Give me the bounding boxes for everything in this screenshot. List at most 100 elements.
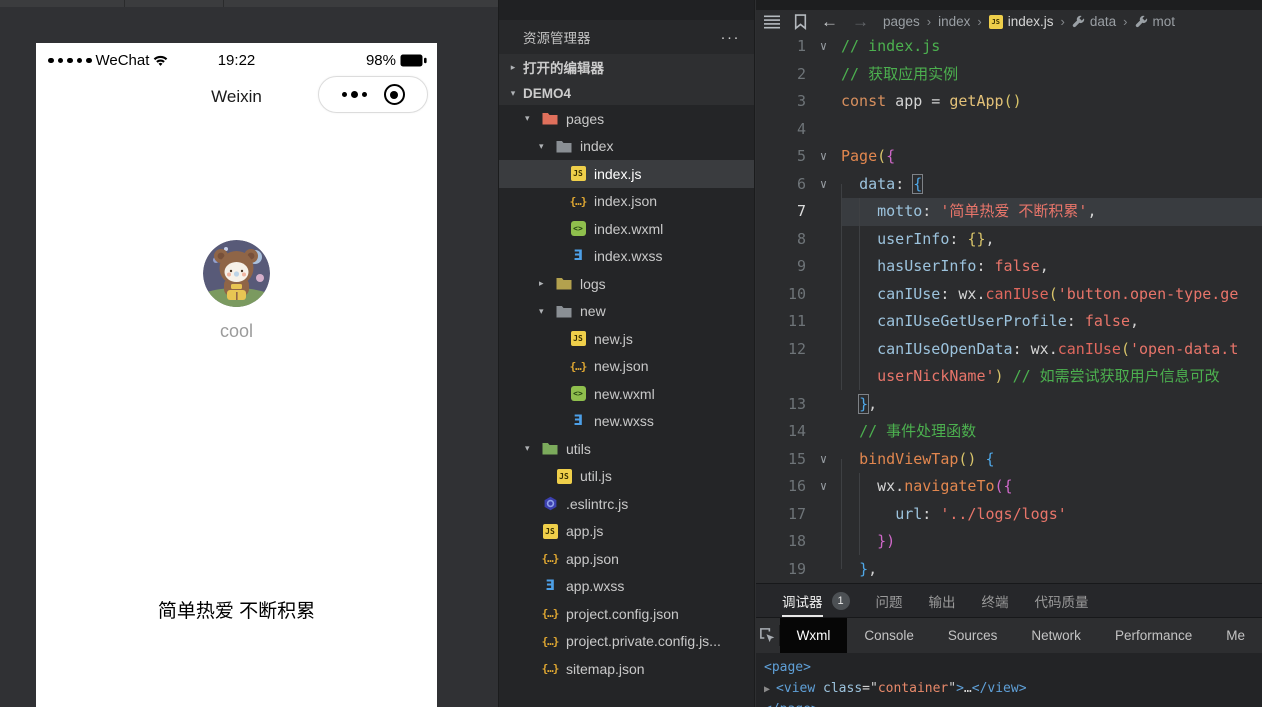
code-line-8[interactable]: 8 userInfo: {}, [756, 226, 1262, 254]
element-picker-icon[interactable] [756, 625, 780, 646]
more-options-icon[interactable] [342, 91, 367, 98]
breadcrumb-item-index.js[interactable]: JSindex.js [989, 14, 1054, 29]
chevron-down-icon[interactable]: ▾ [539, 141, 555, 152]
code-line-9[interactable]: 9 hasUserInfo: false, [756, 253, 1262, 281]
tree-item-index[interactable]: ▾index [499, 133, 754, 161]
code-line-3[interactable]: 3const app = getApp() [756, 88, 1262, 116]
tree-item-new.wxss[interactable]: Ǝnew.wxss [499, 408, 754, 436]
wxml-inspector[interactable]: <page>▶ <view class="container">…</view>… [756, 653, 1262, 707]
code-line-6[interactable]: 6∨ data: { [756, 171, 1262, 199]
breadcrumb-separator: › [927, 14, 931, 29]
tree-item-index.wxss[interactable]: Ǝindex.wxss [499, 243, 754, 271]
code-line-12[interactable]: 12 canIUseOpenData: wx.canIUse('open-dat… [756, 336, 1262, 364]
tree-item-.eslintrc.js[interactable]: .eslintrc.js [499, 490, 754, 518]
close-target-icon[interactable] [384, 84, 405, 105]
outline-list-icon[interactable] [764, 15, 780, 29]
fold-chevron-icon[interactable]: ∨ [806, 33, 841, 61]
battery-percent: 98% [366, 52, 396, 69]
tree-item-util.js[interactable]: JSutil.js [499, 463, 754, 491]
debugger-tab-调试器[interactable]: 调试器1 [782, 584, 850, 617]
chevron-right-icon[interactable]: ▸ [539, 278, 555, 289]
code-line-16[interactable]: 16∨ wx.navigateTo({ [756, 473, 1262, 501]
code-line-11[interactable]: 11 canIUseGetUserProfile: false, [756, 308, 1262, 336]
code-line-5[interactable]: 5∨Page({ [756, 143, 1262, 171]
code-token: }) [877, 532, 895, 550]
project-root-section[interactable]: ▾ DEMO4 [499, 80, 754, 106]
breadcrumb-item-pages[interactable]: pages [883, 14, 920, 29]
wxml-node[interactable]: ▶ <view class="container">…</view> [764, 678, 1262, 699]
code-text: canIUseGetUserProfile: false, [841, 308, 1262, 336]
wxml-node[interactable]: <page> [764, 657, 1262, 678]
breadcrumb-item-data[interactable]: data [1072, 14, 1116, 29]
chevron-down-icon[interactable]: ▾ [525, 113, 541, 124]
tree-item-pages[interactable]: ▾pages [499, 105, 754, 133]
open-editors-section[interactable]: ▸ 打开的编辑器 [499, 54, 754, 80]
code-line-17[interactable]: 17 url: '../logs/logs' [756, 501, 1262, 529]
line-number: 3 [756, 88, 806, 116]
code-token: : [895, 175, 913, 193]
explorer-more-icon[interactable]: ··· [721, 29, 741, 46]
code-token: } [859, 395, 868, 413]
tree-item-new.js[interactable]: JSnew.js [499, 325, 754, 353]
debugger-tab-输出[interactable]: 输出 [929, 584, 956, 617]
code-line-4[interactable]: 4 [756, 116, 1262, 144]
devtools-tab-Sources[interactable]: Sources [931, 618, 1015, 653]
debugger-tab-终端[interactable]: 终端 [982, 584, 1009, 617]
json-icon: {…} [541, 607, 559, 620]
fold-chevron-icon[interactable]: ∨ [806, 446, 841, 474]
user-avatar[interactable] [203, 240, 270, 307]
tree-item-index.json[interactable]: {…}index.json [499, 188, 754, 216]
tree-item-project.config.json[interactable]: {…} project.config.json [499, 600, 754, 628]
fold-chevron-icon[interactable]: ∨ [806, 171, 841, 199]
tree-item-index.js[interactable]: JSindex.js [499, 160, 754, 188]
tree-item-project.private.config.js...[interactable]: {…}project.private.config.js... [499, 628, 754, 656]
code-line-wrap[interactable]: userNickName') // 如需尝试获取用户信息可改 [756, 363, 1262, 391]
line-number: 16 [756, 473, 806, 501]
tree-item-new.wxml[interactable]: <>new.wxml [499, 380, 754, 408]
debugger-tab-问题[interactable]: 问题 [876, 584, 903, 617]
tree-item-app.json[interactable]: {…}app.json [499, 545, 754, 573]
capsule-button[interactable] [318, 76, 428, 113]
breadcrumb-item-index[interactable]: index [938, 14, 970, 29]
file-label: project.config.json [566, 606, 679, 622]
code-line-18[interactable]: 18 }) [756, 528, 1262, 556]
code-line-10[interactable]: 10 canIUse: wx.canIUse('button.open-type… [756, 281, 1262, 309]
devtools-tab-Console[interactable]: Console [847, 618, 931, 653]
code-line-14[interactable]: 14 // 事件处理函数 [756, 418, 1262, 446]
code-text: Page({ [841, 143, 1262, 171]
navigate-forward-icon[interactable]: → [852, 13, 869, 30]
fold-chevron-icon[interactable]: ∨ [806, 143, 841, 171]
json-icon: {…} [541, 662, 559, 675]
tree-item-new.json[interactable]: {…}new.json [499, 353, 754, 381]
file-label: index.wxml [594, 221, 663, 237]
bookmark-icon[interactable] [794, 14, 807, 30]
fold-chevron-icon[interactable]: ∨ [806, 473, 841, 501]
code-line-19[interactable]: 19 }, [756, 556, 1262, 584]
chevron-down-icon[interactable]: ▾ [539, 306, 555, 317]
wxml-node[interactable]: </page> [764, 699, 1262, 707]
tree-item-index.wxml[interactable]: <>index.wxml [499, 215, 754, 243]
navigate-back-icon[interactable]: ← [821, 13, 838, 30]
code-line-13[interactable]: 13 }, [756, 391, 1262, 419]
debugger-tab-代码质量[interactable]: 代码质量 [1035, 584, 1089, 617]
code-line-2[interactable]: 2// 获取应用实例 [756, 61, 1262, 89]
devtools-tab-Network[interactable]: Network [1014, 618, 1098, 653]
tree-item-app.wxss[interactable]: Ǝapp.wxss [499, 573, 754, 601]
code-line-1[interactable]: 1∨// index.js [756, 33, 1262, 61]
tree-item-sitemap.json[interactable]: {…}sitemap.json [499, 655, 754, 683]
code-line-15[interactable]: 15∨ bindViewTap() { [756, 446, 1262, 474]
chevron-down-icon[interactable]: ▾ [525, 443, 541, 454]
code-area[interactable]: 1∨// index.js2// 获取应用实例3const app = getA… [756, 33, 1262, 583]
code-token: </page> [764, 702, 819, 707]
code-line-7[interactable]: 7 motto: '简单热爱 不断积累', [756, 198, 1262, 226]
tree-item-app.js[interactable]: JSapp.js [499, 518, 754, 546]
tree-item-utils[interactable]: ▾utils [499, 435, 754, 463]
tree-item-new[interactable]: ▾new [499, 298, 754, 326]
devtools-tab-Wxml[interactable]: Wxml [780, 618, 848, 653]
tree-item-logs[interactable]: ▸logs [499, 270, 754, 298]
expand-arrow-icon[interactable]: ▶ [764, 684, 776, 695]
breadcrumb-separator: › [977, 14, 981, 29]
breadcrumb-item-mot[interactable]: mot [1135, 14, 1176, 29]
devtools-tab-Me[interactable]: Me [1209, 618, 1262, 653]
devtools-tab-Performance[interactable]: Performance [1098, 618, 1209, 653]
